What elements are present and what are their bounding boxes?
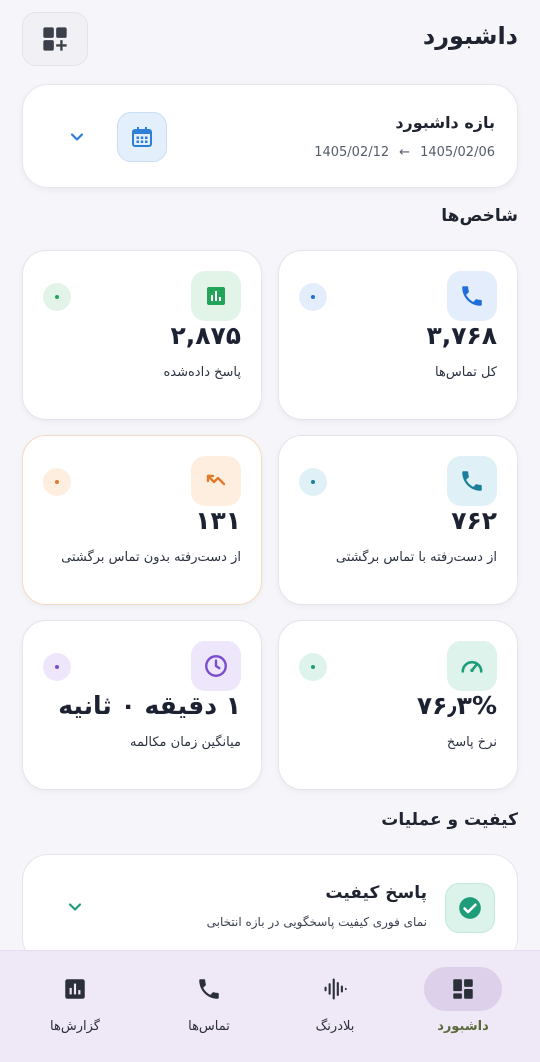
end-date: 1405/02/12	[314, 145, 390, 160]
kpi-icon-bg	[191, 271, 241, 321]
kpi-label: از دست‌رفته بدون تماس برگشتی	[61, 550, 241, 565]
kpi-value: ۱۳۱	[195, 506, 241, 535]
nav-icon-container	[170, 967, 248, 1011]
kpi-status-dot	[43, 468, 71, 496]
nav-label: گزارش‌ها	[50, 1019, 100, 1034]
nav-label: داشبورد	[437, 1019, 489, 1034]
phone-icon	[462, 286, 482, 306]
date-range-card[interactable]: بازه داشبورد 1405/02/12 ← 1405/02/06	[22, 84, 518, 188]
header: داشبورد	[0, 0, 540, 78]
kpi-value: ۱ دقیقه ۰ ثانیه	[58, 691, 241, 720]
kpi-status-dot	[299, 653, 327, 681]
kpi-label: میانگین زمان مکالمه	[129, 735, 241, 750]
kpi-value: ۷۶۲	[451, 506, 497, 535]
kpi-icon-bg	[447, 271, 497, 321]
missed-call-icon	[206, 474, 226, 486]
kpi-status-dot	[43, 283, 71, 311]
kpi-card-missed-no-callback[interactable]: ۱۳۱ از دست‌رفته بدون تماس برگشتی	[22, 435, 262, 605]
kpi-section-title: شاخص‌ها	[441, 206, 518, 226]
add-widget-button[interactable]	[22, 12, 88, 66]
chevron-down-icon[interactable]	[63, 895, 87, 919]
quality-icon-bg	[445, 883, 495, 933]
kpi-value: ۲,۸۷۵	[170, 321, 241, 350]
check-circle-icon	[459, 897, 481, 919]
kpi-icon-bg	[191, 456, 241, 506]
nav-icon-container	[424, 967, 502, 1011]
kpi-card-total-calls[interactable]: ۳,۷۶۸ کل تماس‌ها	[278, 250, 518, 420]
nav-item-realtime[interactable]: بلادرنگ	[285, 967, 385, 1047]
nav-icon-container	[296, 967, 374, 1011]
nav-item-reports[interactable]: گزارش‌ها	[25, 967, 125, 1047]
quality-card-subtitle: نمای فوری کیفیت پاسخگویی در بازه انتخابی	[206, 915, 427, 929]
clock-icon	[205, 655, 227, 677]
quality-card[interactable]: پاسخ کیفیت نمای فوری کیفیت پاسخگویی در ب…	[22, 854, 518, 964]
kpi-icon-bg	[447, 641, 497, 691]
kpi-label: پاسخ داده‌شده	[163, 365, 241, 380]
date-range-title: بازه داشبورد	[395, 113, 495, 132]
kpi-card-answer-rate[interactable]: ۷۶٫۳% نرخ پاسخ	[278, 620, 518, 790]
kpi-card-missed-callback[interactable]: ۷۶۲ از دست‌رفته با تماس برگشتی	[278, 435, 518, 605]
kpi-card-answered[interactable]: ۲,۸۷۵ پاسخ داده‌شده	[22, 250, 262, 420]
kpi-label: از دست‌رفته با تماس برگشتی	[335, 550, 497, 565]
page-title: داشبورد	[422, 22, 518, 50]
kpi-icon-bg	[447, 456, 497, 506]
dashboard-icon	[453, 979, 473, 999]
nav-item-dashboard[interactable]: داشبورد	[413, 967, 513, 1047]
bottom-navigation: داشبورد بلادرنگ تماس‌ها گزارش‌ها	[0, 950, 540, 1062]
kpi-status-dot	[299, 468, 327, 496]
nav-icon-container	[36, 967, 114, 1011]
range-arrow: ←	[399, 145, 411, 160]
kpi-status-dot	[43, 653, 71, 681]
add-widget-icon	[43, 27, 67, 51]
report-icon	[65, 979, 85, 999]
quality-card-title: پاسخ کیفیت	[325, 883, 427, 903]
calendar-icon	[132, 127, 152, 147]
kpi-label: کل تماس‌ها	[435, 365, 497, 380]
nav-label: بلادرنگ	[315, 1019, 355, 1034]
date-range-values: 1405/02/12 ← 1405/02/06	[314, 145, 495, 160]
kpi-label: نرخ پاسخ	[446, 735, 497, 750]
nav-label: تماس‌ها	[188, 1019, 230, 1034]
kpi-status-dot	[299, 283, 327, 311]
quality-section-title: کیفیت و عملیات	[381, 810, 518, 830]
calendar-button[interactable]	[117, 112, 167, 162]
bar-chart-icon	[207, 287, 225, 305]
nav-item-calls[interactable]: تماس‌ها	[159, 967, 259, 1047]
phone-icon	[462, 471, 482, 491]
kpi-value: ۳,۷۶۸	[426, 321, 497, 350]
kpi-value: ۷۶٫۳%	[416, 691, 497, 720]
chevron-down-icon[interactable]	[65, 125, 89, 149]
phone-icon	[199, 979, 219, 999]
gauge-icon	[461, 660, 483, 673]
start-date: 1405/02/06	[420, 145, 495, 160]
kpi-icon-bg	[191, 641, 241, 691]
kpi-card-avg-talk-time[interactable]: ۱ دقیقه ۰ ثانیه میانگین زمان مکالمه	[22, 620, 262, 790]
waveform-icon	[324, 978, 347, 1000]
